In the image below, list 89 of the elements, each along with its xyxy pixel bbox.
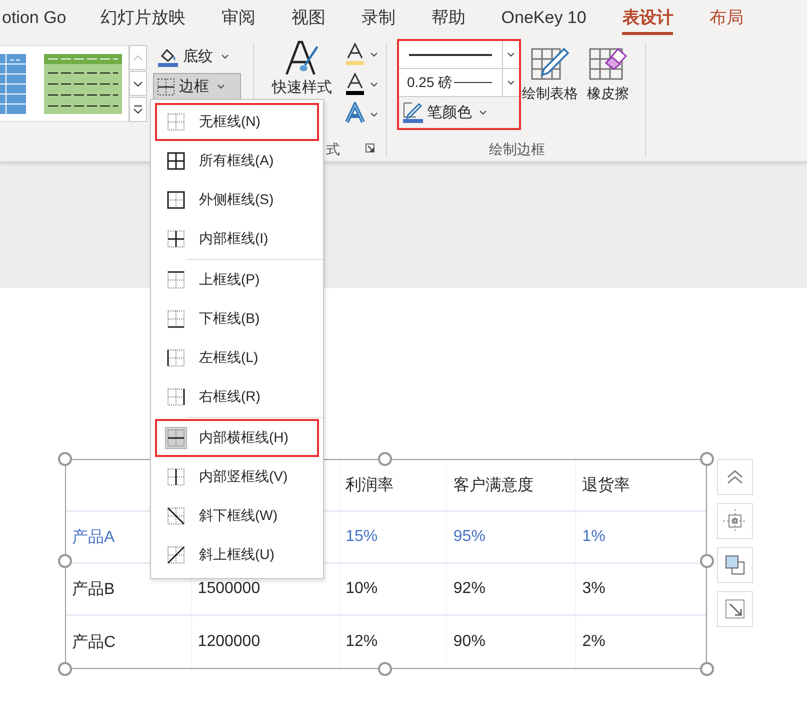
ribbon-tab[interactable]: OneKey 10	[501, 0, 586, 37]
resize-handle[interactable]	[58, 662, 72, 676]
table-pencil-icon	[530, 45, 570, 81]
table-cell-text: 产品A	[72, 528, 115, 548]
align-button[interactable]	[717, 503, 753, 539]
eraser-icon	[588, 45, 628, 81]
text-outline-icon	[344, 72, 366, 96]
bring-forward-icon	[724, 554, 746, 576]
borders-button[interactable]: 边框	[153, 73, 241, 100]
expand-gallery-icon	[133, 105, 143, 114]
chevron-up-icon	[133, 54, 143, 60]
table-cell: 2%	[582, 633, 606, 651]
resize-handle[interactable]	[378, 452, 392, 466]
table-cell: 10%	[346, 580, 378, 598]
border-grid-icon	[157, 78, 175, 96]
group-label: 绘制边框	[489, 141, 545, 159]
table-cell: 95%	[453, 528, 486, 546]
chevron-down-icon	[507, 80, 515, 85]
menu-item[interactable]: 右框线(R)	[155, 378, 319, 416]
resize-handle[interactable]	[58, 554, 72, 568]
table-cell: 1%	[582, 528, 606, 546]
table-cell-text: 产品B	[72, 580, 115, 600]
resize-handle[interactable]	[700, 554, 714, 568]
chevron-down-icon	[370, 112, 378, 116]
line-style-dropdown[interactable]	[399, 41, 519, 69]
ribbon-tab[interactable]: 录制	[361, 0, 396, 37]
quick-styles-label[interactable]: 快速样式	[272, 79, 332, 96]
table-cell-text: 利润率	[346, 476, 394, 496]
table-cell: 12%	[346, 633, 378, 651]
menu-item[interactable]: 外侧框线(S)	[155, 181, 319, 219]
chevron-down-icon	[133, 80, 143, 86]
menu-item[interactable]: 内部框线(I)	[155, 220, 319, 258]
ribbon-tab[interactable]: 审阅	[221, 0, 256, 37]
draw-table-button[interactable]: 绘制表格	[521, 45, 579, 103]
table-cell-text: 退货率	[582, 476, 630, 496]
ribbon-tab[interactable]: 表设计	[622, 0, 674, 37]
menu-item[interactable]: 左框线(L)	[155, 339, 319, 377]
paint-bucket-icon	[157, 46, 179, 66]
ribbon-tab[interactable]: 视图	[291, 0, 326, 37]
arrange-button[interactable]	[717, 547, 753, 583]
resize-handle[interactable]	[700, 662, 714, 676]
menu-item[interactable]: 内部竖框线(V)	[155, 458, 319, 496]
chevron-down-icon	[370, 82, 378, 86]
eraser-button[interactable]: 橡皮擦	[579, 45, 637, 103]
chevron-down-icon	[507, 52, 515, 57]
weight-line-sample	[454, 82, 492, 84]
ribbon-tab[interactable]: 幻灯片放映	[100, 0, 186, 37]
table-cell: 3%	[582, 580, 606, 598]
chevron-down-icon	[217, 84, 225, 89]
pen-icon	[402, 101, 424, 123]
line-weight-dropdown[interactable]: 0.25 磅	[399, 69, 519, 97]
pen-color-button[interactable]: 笔颜色	[399, 97, 490, 127]
dialog-launcher-icon[interactable]	[365, 143, 375, 153]
gallery-more-button[interactable]	[129, 97, 147, 122]
table-cell-text: 产品C	[72, 632, 116, 652]
shading-button[interactable]: 底纹	[153, 43, 233, 70]
resize-handle[interactable]	[378, 662, 392, 676]
resize-handle[interactable]	[700, 452, 714, 466]
menu-item[interactable]: 上框线(P)	[155, 261, 319, 299]
double-chevron-up-icon	[726, 470, 744, 484]
group-label: 式	[326, 141, 340, 159]
resize-button[interactable]	[717, 591, 753, 627]
resize-handle[interactable]	[58, 452, 72, 466]
center-align-icon	[723, 509, 747, 533]
menu-item[interactable]: 内部横框线(H)	[155, 419, 319, 457]
text-outline-button[interactable]	[344, 71, 378, 97]
chevron-down-icon	[370, 52, 378, 56]
gallery-down-button[interactable]	[129, 71, 147, 96]
table-cell: 15%	[346, 528, 378, 546]
menu-item[interactable]: 无框线(N)	[155, 103, 319, 141]
ribbon-tab[interactable]: otion Go	[2, 0, 66, 37]
text-fill-icon	[344, 42, 366, 66]
table-cell: 92%	[453, 580, 486, 598]
chevron-down-icon	[221, 54, 229, 59]
menu-item[interactable]: 下框线(B)	[155, 300, 319, 338]
ribbon-tab[interactable]: 帮助	[431, 0, 466, 37]
table-cell: 1500000	[198, 580, 260, 598]
menu-item[interactable]: 所有框线(A)	[155, 142, 319, 180]
ribbon-tab[interactable]: 布局	[709, 0, 744, 37]
chevron-down-icon	[479, 110, 487, 114]
table-style-thumbnail[interactable]	[44, 54, 122, 114]
table-cell: 1200000	[198, 633, 260, 651]
layout-options-button[interactable]	[717, 459, 753, 495]
menu-item[interactable]: 斜下框线(W)	[155, 497, 319, 535]
table-cell-text: 客户满意度	[453, 476, 534, 496]
text-effects-icon	[344, 102, 366, 126]
table-cell: 90%	[453, 633, 486, 651]
text-fill-button[interactable]	[344, 41, 378, 67]
menu-item[interactable]: 斜上框线(U)	[155, 536, 319, 574]
